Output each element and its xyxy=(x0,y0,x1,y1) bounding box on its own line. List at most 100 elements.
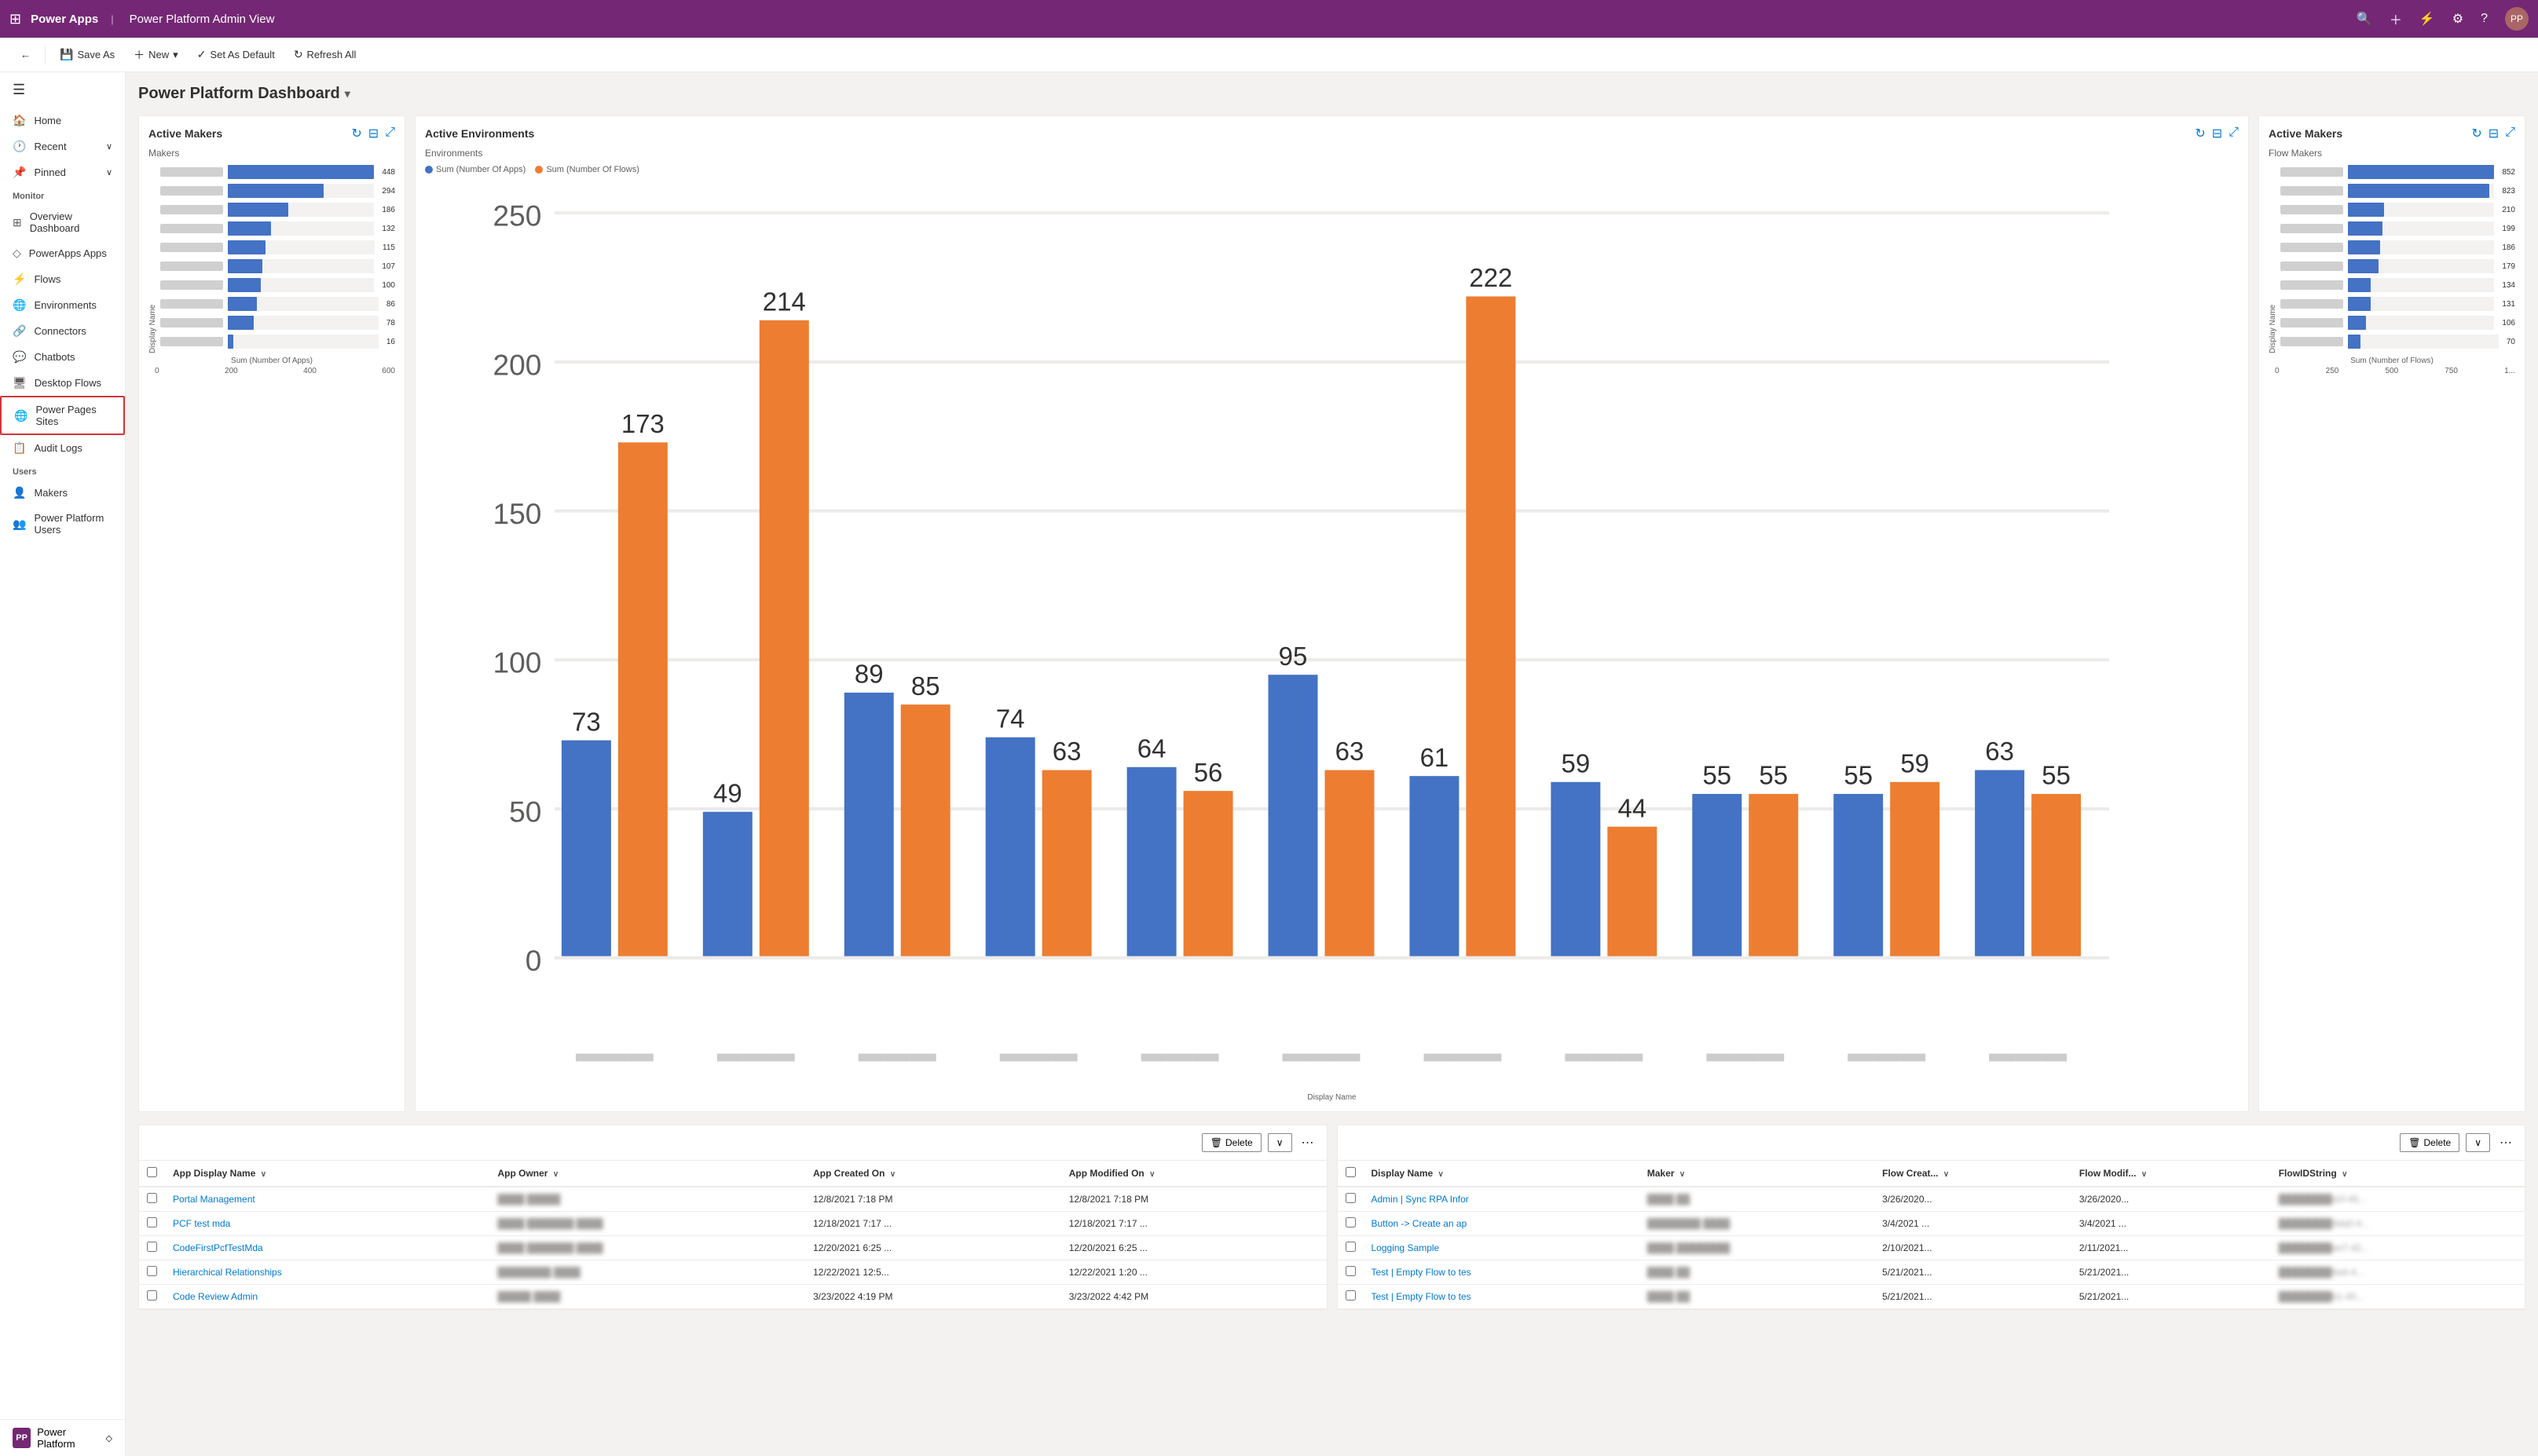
settings-icon[interactable]: ⚙ xyxy=(2452,11,2463,27)
apps-th-created[interactable]: App Created On ∨ xyxy=(805,1161,1061,1187)
sidebar-item-recent[interactable]: 🕐 Recent ∨ xyxy=(0,134,125,159)
sidebar-item-powerapps[interactable]: ◇ PowerApps Apps xyxy=(0,240,125,266)
chart1-header: Active Makers ↻ ⊟ ⤢ xyxy=(148,126,395,141)
flows-select-all[interactable] xyxy=(1346,1167,1356,1177)
apps-dropdown-icon: ∨ xyxy=(1276,1137,1284,1148)
apps-row-check[interactable] xyxy=(139,1211,165,1235)
apps-row-created: 12/22/2021 12:5... xyxy=(805,1260,1061,1284)
new-button[interactable]: ＋ New ▾ xyxy=(126,42,186,68)
flows-row-name[interactable]: Admin | Sync RPA Infor xyxy=(1364,1187,1639,1212)
help-icon[interactable]: ? xyxy=(2481,12,2488,26)
flows-row-check[interactable] xyxy=(1338,1284,1364,1308)
apps-row-created: 12/20/2021 6:25 ... xyxy=(805,1235,1061,1260)
sidebar-item-power-platform-users[interactable]: 👥 Power Platform Users xyxy=(0,506,125,542)
sidebar-item-overview[interactable]: ⊞ Overview Dashboard xyxy=(0,204,125,240)
apps-th-modified[interactable]: App Modified On ∨ xyxy=(1061,1161,1327,1187)
sidebar-item-home[interactable]: 🏠 Home xyxy=(0,108,125,134)
chart1-bar-value: 16 xyxy=(386,338,395,346)
chart2-expand-icon[interactable]: ⤢ xyxy=(2229,126,2239,141)
apps-row-name[interactable]: Hierarchical Relationships xyxy=(165,1260,489,1284)
save-as-button[interactable]: 💾 Save As xyxy=(52,43,123,66)
flows-th-maker[interactable]: Maker ∨ xyxy=(1639,1161,1874,1187)
flows-row-created: 5/21/2021... xyxy=(1874,1260,2071,1284)
flows-row-id: ████████4a4-4... xyxy=(2271,1260,2525,1284)
flows-table-header-row: Display Name ∨ Maker ∨ Flow Creat... ∨ xyxy=(1338,1161,2525,1187)
chart1-bar-value: 100 xyxy=(382,281,395,290)
apps-select-all[interactable] xyxy=(147,1167,157,1177)
sidebar-item-pinned[interactable]: 📌 Pinned ∨ xyxy=(0,159,125,185)
chart1-bar-container xyxy=(228,240,375,254)
apps-chevron-button[interactable]: ∨ xyxy=(1268,1133,1292,1152)
sidebar-item-desktop-flows[interactable]: 🖥 Desktop Flows xyxy=(0,370,125,396)
svg-text:100: 100 xyxy=(493,646,542,679)
chart1-export-icon[interactable]: ⊟ xyxy=(368,126,379,141)
apps-more-icon[interactable]: ⋯ xyxy=(1298,1132,1317,1154)
sidebar-item-flows[interactable]: ⚡ Flows xyxy=(0,266,125,292)
add-icon[interactable]: ＋ xyxy=(2390,9,2402,28)
chart3-bar-label: ██████ ██ xyxy=(2280,299,2343,309)
sidebar-bottom-label: Power Platform xyxy=(37,1426,99,1450)
apps-row-check[interactable] xyxy=(139,1260,165,1284)
sidebar-item-chatbots[interactable]: 💬 Chatbots xyxy=(0,344,125,370)
apps-th-name[interactable]: App Display Name ∨ xyxy=(165,1161,489,1187)
flows-row-check[interactable] xyxy=(1338,1211,1364,1235)
chart1-refresh-icon[interactable]: ↻ xyxy=(351,126,361,141)
dashboard-chevron-icon[interactable]: ▾ xyxy=(345,87,350,101)
hamburger-icon[interactable]: ☰ xyxy=(0,72,125,108)
apps-row-check[interactable] xyxy=(139,1187,165,1212)
flows-row-name[interactable]: Button -> Create an ap xyxy=(1364,1211,1639,1235)
sidebar-recent-label: Recent xyxy=(34,141,66,152)
sidebar-item-power-pages[interactable]: 🌐 Power Pages Sites xyxy=(0,396,125,435)
flows-row-name[interactable]: Test | Empty Flow to tes xyxy=(1364,1260,1639,1284)
apps-row-name[interactable]: CodeFirstPcfTestMda xyxy=(165,1235,489,1260)
avatar[interactable]: PP xyxy=(2505,7,2529,31)
search-icon[interactable]: 🔍 xyxy=(2357,11,2372,27)
flows-row-check[interactable] xyxy=(1338,1187,1364,1212)
svg-text:49: 49 xyxy=(713,778,742,807)
sidebar-item-audit-logs[interactable]: 📋 Audit Logs xyxy=(0,435,125,461)
apps-row-name[interactable]: Code Review Admin xyxy=(165,1284,489,1308)
flows-delete-button[interactable]: 🗑 Delete xyxy=(2400,1133,2459,1152)
chart1-bar-value: 107 xyxy=(382,262,395,271)
flows-th-check[interactable] xyxy=(1338,1161,1364,1187)
back-button[interactable]: ← xyxy=(13,44,38,65)
chart1-bar-row: ████████ █ 16 xyxy=(160,335,395,349)
flows-th-created[interactable]: Flow Creat... ∨ xyxy=(1874,1161,2071,1187)
apps-row-name[interactable]: PCF test mda xyxy=(165,1211,489,1235)
apps-row-modified: 12/22/2021 1:20 ... xyxy=(1061,1260,1327,1284)
table-row: PCF test mda ████ ███████ ████ 12/18/202… xyxy=(139,1211,1327,1235)
waffle-icon[interactable]: ⊞ xyxy=(9,11,21,27)
filter-icon[interactable]: ⚡ xyxy=(2419,11,2435,27)
apps-delete-button[interactable]: 🗑 Delete xyxy=(1202,1133,1262,1152)
chart2-export-icon[interactable]: ⊟ xyxy=(2212,126,2222,141)
flows-row-name[interactable]: Test | Empty Flow to tes xyxy=(1364,1284,1639,1308)
refresh-button[interactable]: ↻ Refresh All xyxy=(286,43,364,66)
flows-th-id[interactable]: FlowIDString ∨ xyxy=(2271,1161,2525,1187)
flows-th-modified[interactable]: Flow Modif... ∨ xyxy=(2071,1161,2271,1187)
sidebar-item-makers[interactable]: 👤 Makers xyxy=(0,480,125,506)
apps-th-owner[interactable]: App Owner ∨ xyxy=(489,1161,805,1187)
flows-row-name[interactable]: Logging Sample xyxy=(1364,1235,1639,1260)
chart3-export-icon[interactable]: ⊟ xyxy=(2489,126,2499,141)
apps-row-check[interactable] xyxy=(139,1235,165,1260)
sidebar-item-environments[interactable]: 🌐 Environments xyxy=(0,292,125,318)
sidebar-bottom[interactable]: PP Power Platform ◇ xyxy=(0,1419,125,1456)
chart3-refresh-icon[interactable]: ↻ xyxy=(2471,126,2481,141)
set-default-button[interactable]: ✓ Set As Default xyxy=(189,43,283,66)
chart3-bar-row: ██████ ████ 106 xyxy=(2280,316,2515,330)
flows-more-icon[interactable]: ⋯ xyxy=(2496,1132,2515,1154)
apps-th-check[interactable] xyxy=(139,1161,165,1187)
svg-text:▬▬▬: ▬▬▬ xyxy=(1848,1038,1925,1067)
apps-row-name[interactable]: Portal Management xyxy=(165,1187,489,1212)
sidebar-item-connectors[interactable]: 🔗 Connectors xyxy=(0,318,125,344)
chart1-x-ticks: 0200400600 xyxy=(148,367,395,375)
chart1-expand-icon[interactable]: ⤢ xyxy=(385,126,395,141)
flows-chevron-button[interactable]: ∨ xyxy=(2466,1133,2490,1152)
flows-row-check[interactable] xyxy=(1338,1235,1364,1260)
apps-row-check[interactable] xyxy=(139,1284,165,1308)
flows-th-name[interactable]: Display Name ∨ xyxy=(1364,1161,1639,1187)
chart3-expand-icon[interactable]: ⤢ xyxy=(2505,126,2515,141)
sidebar-avatar: PP xyxy=(13,1428,31,1448)
chart2-refresh-icon[interactable]: ↻ xyxy=(2195,126,2205,141)
flows-row-check[interactable] xyxy=(1338,1260,1364,1284)
